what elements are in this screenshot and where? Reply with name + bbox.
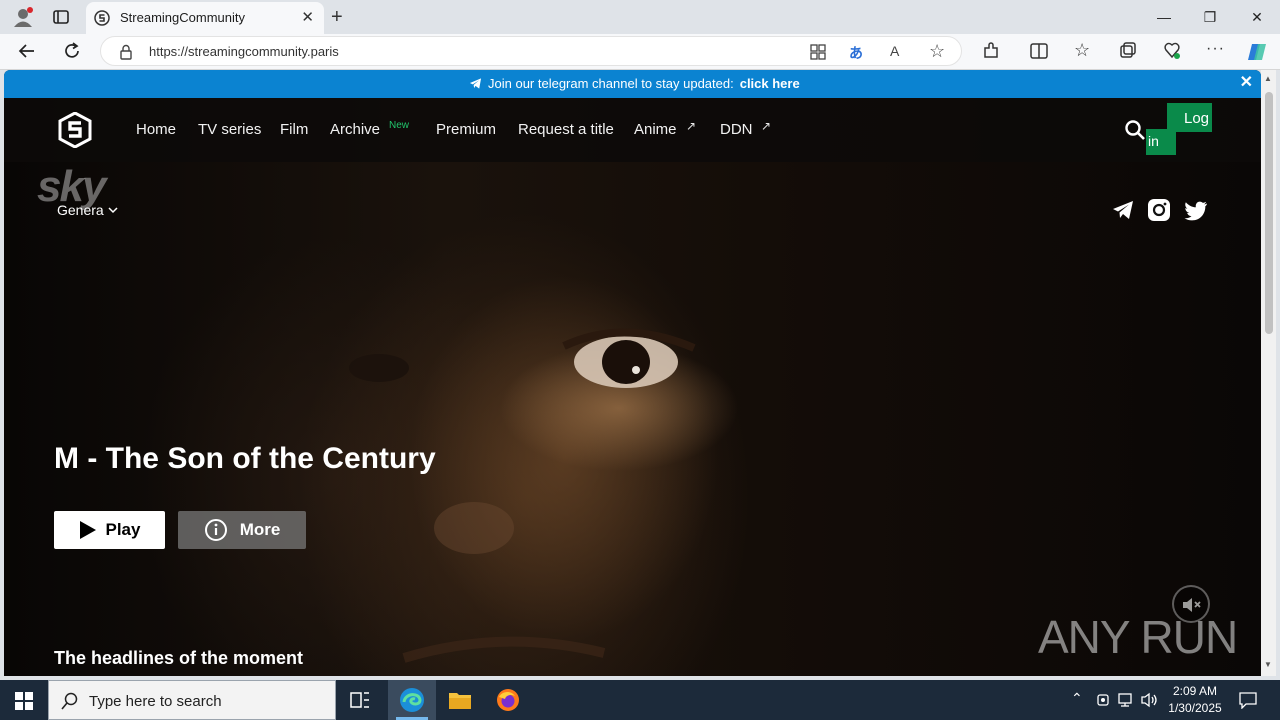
nav-home[interactable]: Home [136, 121, 176, 138]
clock-date: 1/30/2025 [1168, 701, 1222, 715]
banner-message: Join our telegram channel to stay update… [488, 76, 734, 91]
nav-anime[interactable]: Anime [634, 121, 677, 138]
browser-tab-bar: StreamingCommunity ✕ + — ❐ ✕ [0, 0, 1280, 34]
edge-taskbar-icon[interactable] [388, 680, 436, 720]
search-icon [61, 692, 78, 710]
login-button[interactable]: Log in [1146, 103, 1212, 156]
show-hidden-icons-icon[interactable]: ⌃ [1071, 690, 1083, 707]
system-clock[interactable]: 2:09 AM 1/30/2025 [1164, 683, 1226, 717]
telegram-banner: Join our telegram channel to stay update… [4, 70, 1261, 98]
scrollbar-thumb[interactable] [1265, 92, 1273, 334]
meet-now-icon[interactable] [1096, 692, 1112, 708]
nav-ddn[interactable]: DDN [720, 121, 753, 138]
minimize-icon[interactable]: — [1154, 7, 1174, 27]
tab-close-icon[interactable]: ✕ [301, 10, 314, 25]
hero-title: M - The Son of the Century [54, 442, 436, 475]
taskbar-search-box[interactable]: Type here to search [48, 680, 336, 720]
instagram-icon[interactable] [1148, 199, 1170, 221]
more-menu-icon[interactable]: ··· [1206, 40, 1228, 62]
twitter-icon[interactable] [1184, 201, 1208, 221]
new-tab-icon[interactable]: + [331, 6, 343, 29]
favorite-star-icon[interactable]: ☆ [929, 42, 945, 60]
anyrun-watermark: ANY RUN [1038, 610, 1238, 664]
split-screen-icon[interactable] [1029, 41, 1051, 63]
network-icon[interactable] [1118, 692, 1136, 708]
task-view-icon[interactable] [336, 680, 384, 720]
telegram-icon[interactable] [1112, 200, 1134, 220]
extensions-icon[interactable] [981, 41, 1003, 63]
volume-icon[interactable] [1141, 692, 1159, 708]
notifications-icon[interactable] [1239, 691, 1257, 709]
windows-taskbar: Type here to search ⌃ 2:09 AM 1/30/2025 [0, 680, 1280, 720]
tab-title: StreamingCommunity [120, 10, 245, 25]
translate-icon[interactable]: あ [849, 43, 863, 63]
hero-background-image [4, 98, 1261, 676]
refresh-icon[interactable] [61, 40, 83, 62]
start-button[interactable] [0, 680, 48, 720]
url-text: https://streamingcommunity.paris [149, 44, 339, 59]
chevron-down-icon [108, 207, 118, 214]
browser-toolbar: https://streamingcommunity.paris あ A ☆ ☆… [0, 34, 1280, 70]
nav-premium[interactable]: Premium [436, 121, 496, 138]
info-icon [204, 519, 227, 541]
scroll-down-icon[interactable]: ▼ [1264, 660, 1272, 669]
banner-close-icon[interactable]: ✕ [1240, 75, 1253, 91]
copilot-icon[interactable] [1246, 40, 1268, 62]
profile-icon[interactable] [12, 6, 34, 28]
scroll-up-icon[interactable]: ▲ [1264, 74, 1272, 83]
nav-film[interactable]: Film [280, 121, 308, 138]
firefox-icon[interactable] [484, 680, 532, 720]
page-viewport: Join our telegram channel to stay update… [4, 70, 1261, 676]
file-explorer-icon[interactable] [436, 680, 484, 720]
search-icon[interactable] [1124, 119, 1146, 141]
collections-icon[interactable] [1118, 41, 1140, 63]
tab-actions-icon[interactable] [52, 8, 70, 26]
external-link-icon: ↗ [686, 119, 697, 133]
site-favicon-icon [94, 10, 110, 26]
play-label: Play [105, 520, 141, 539]
lock-icon[interactable] [119, 44, 133, 60]
site-logo[interactable] [58, 112, 92, 148]
genre-label: Genera [57, 202, 104, 218]
play-button[interactable]: Play [54, 511, 165, 549]
favorites-icon[interactable]: ☆ [1074, 40, 1096, 62]
page-scrollbar[interactable]: ▲ ▼ [1261, 70, 1276, 676]
banner-link[interactable]: click here [740, 76, 800, 91]
watermark-text: ANY RUN [1038, 611, 1238, 663]
genre-dropdown[interactable]: Genera [57, 202, 118, 218]
nav-request-title[interactable]: Request a title [518, 121, 614, 138]
read-aloud-icon[interactable]: A [890, 43, 899, 59]
windows-logo-icon [15, 692, 33, 710]
restore-icon[interactable]: ❐ [1200, 7, 1220, 27]
login-label-1: Log [1184, 110, 1210, 127]
nav-archive[interactable]: Archive [330, 121, 380, 138]
app-available-icon[interactable] [809, 43, 827, 61]
section-heading: The headlines of the moment [54, 648, 304, 668]
site-navbar: Home TV series Film Archive New Premium … [4, 98, 1261, 162]
external-link-icon: ↗ [761, 119, 772, 133]
telegram-small-icon [469, 78, 482, 89]
browser-essentials-icon[interactable] [1162, 41, 1184, 63]
login-label-2: in [1148, 133, 1159, 149]
address-bar[interactable]: https://streamingcommunity.paris あ A ☆ [100, 36, 962, 66]
browser-tab[interactable]: StreamingCommunity ✕ [86, 2, 324, 34]
more-label: More [239, 520, 281, 539]
clock-time: 2:09 AM [1172, 684, 1218, 698]
back-icon[interactable] [16, 40, 38, 62]
logo-shield-icon [58, 112, 92, 148]
new-badge: New [389, 120, 410, 131]
window-close-icon[interactable]: ✕ [1247, 7, 1267, 27]
taskbar-search-placeholder: Type here to search [89, 693, 222, 710]
more-info-button[interactable]: More [178, 511, 306, 549]
play-icon [79, 521, 96, 539]
nav-tv-series[interactable]: TV series [198, 121, 261, 138]
